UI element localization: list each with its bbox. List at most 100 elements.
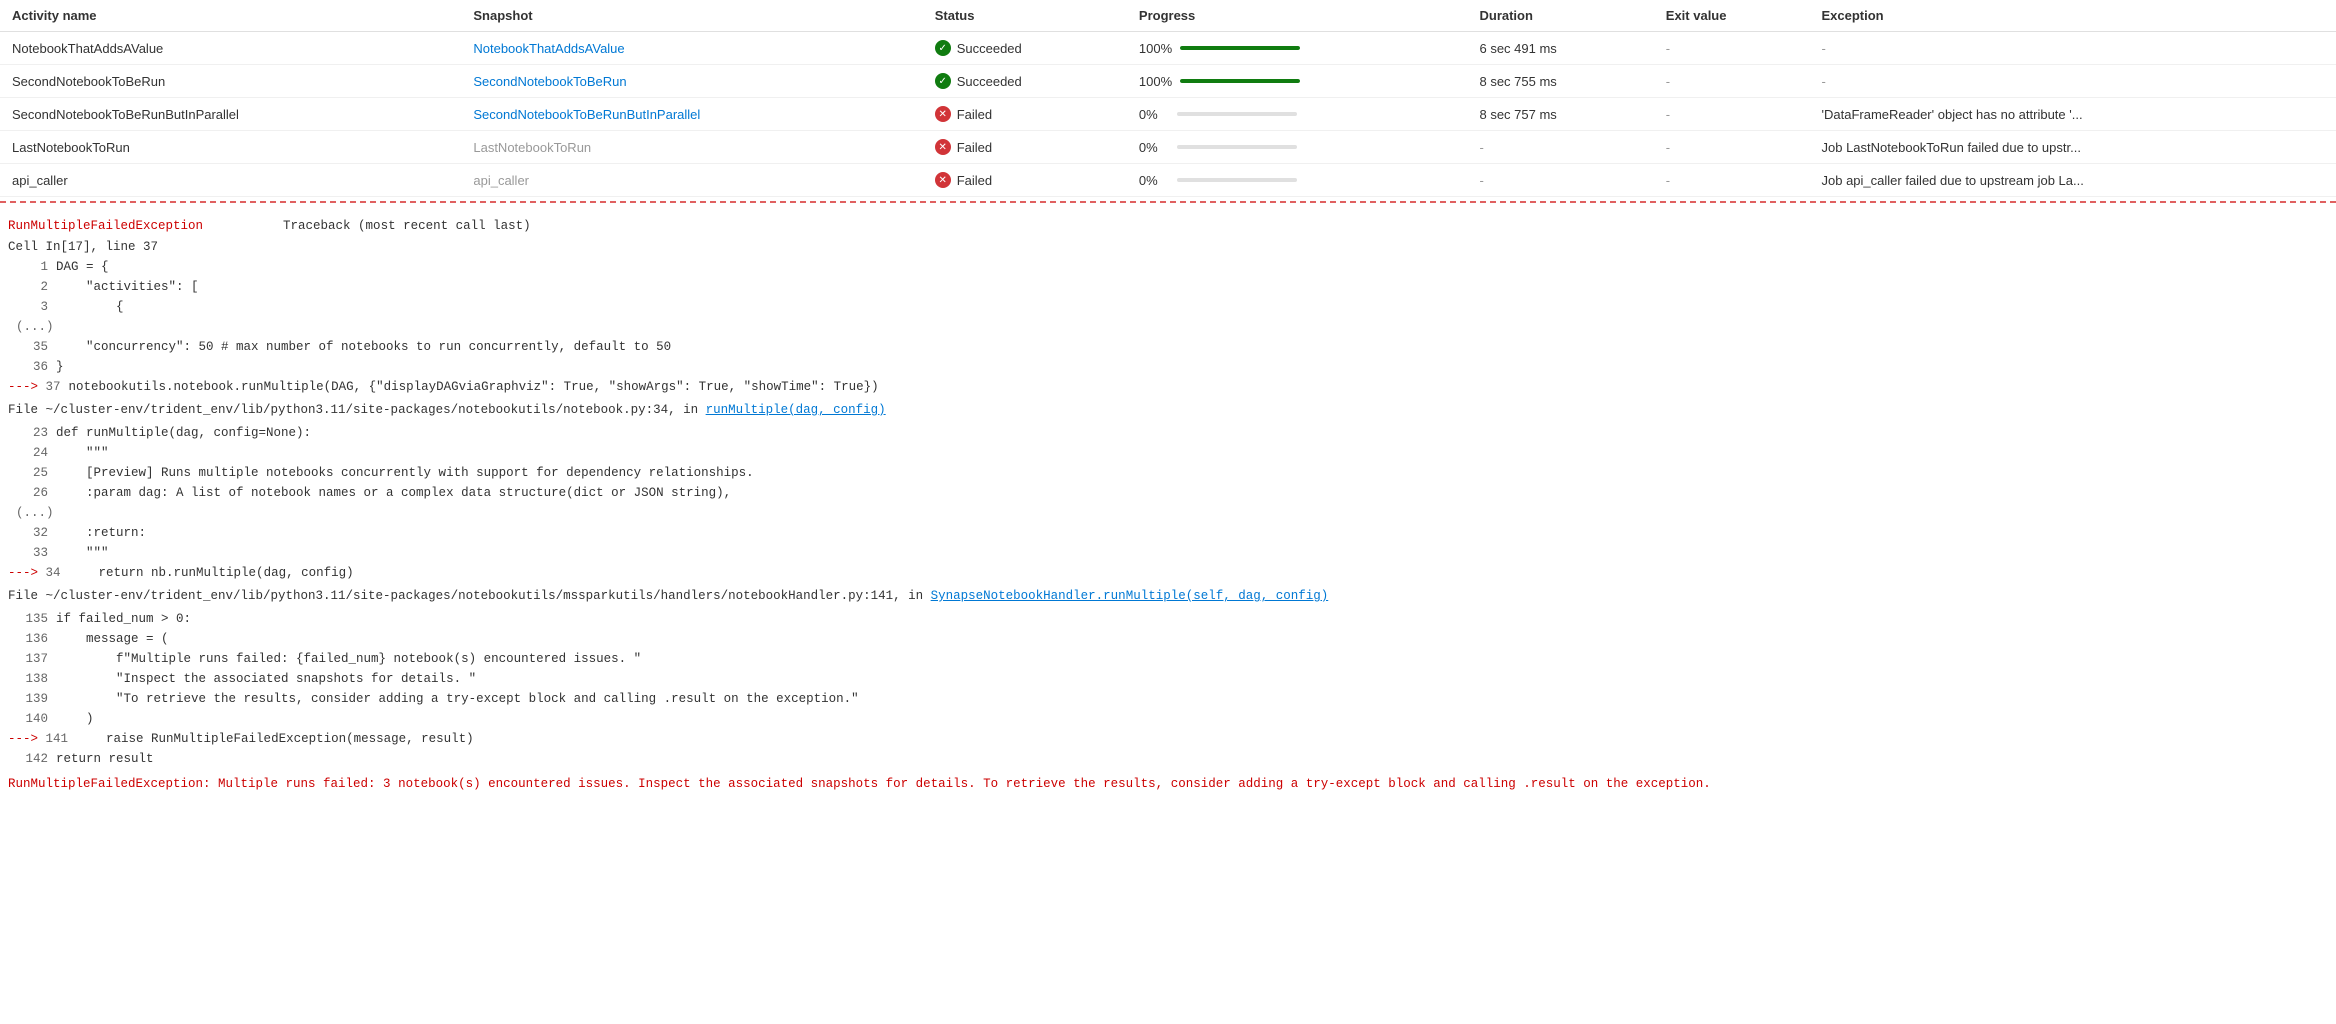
file2-path: File ~/cluster-env/trident_env/lib/pytho… bbox=[0, 583, 2336, 609]
arrow-indicator: ---> bbox=[8, 566, 46, 580]
table-row: SecondNotebookToBeRunSecondNotebookToBeR… bbox=[0, 65, 2336, 98]
snapshot-link[interactable]: SecondNotebookToBeRunButInParallel bbox=[473, 107, 700, 122]
line-number: 32 bbox=[8, 523, 48, 543]
code-content: """ bbox=[56, 443, 109, 463]
col-progress: Progress bbox=[1127, 0, 1468, 32]
code-line: 26 :param dag: A list of notebook names … bbox=[8, 483, 2328, 503]
code-content: DAG = { bbox=[56, 257, 109, 277]
code-content: notebookutils.notebook.runMultiple(DAG, … bbox=[69, 377, 879, 397]
snapshot-cell[interactable]: SecondNotebookToBeRun bbox=[461, 65, 922, 98]
code-line: ---> 37 notebookutils.notebook.runMultipl… bbox=[8, 377, 2328, 397]
table-row: NotebookThatAddsAValueNotebookThatAddsAV… bbox=[0, 32, 2336, 65]
code-line: 25 [Preview] Runs multiple notebooks con… bbox=[8, 463, 2328, 483]
traceback-title: Traceback (most recent call last) bbox=[283, 219, 531, 233]
code-line: 135if failed_num > 0: bbox=[8, 609, 2328, 629]
line-number: 36 bbox=[8, 357, 48, 377]
line-number: ---> 37 bbox=[8, 377, 61, 397]
code-line: 23def runMultiple(dag, config=None): bbox=[8, 423, 2328, 443]
exception-cell: Job api_caller failed due to upstream jo… bbox=[1810, 164, 2336, 197]
code-line: 32 :return: bbox=[8, 523, 2328, 543]
activity-name-cell: api_caller bbox=[0, 164, 461, 197]
table-row: SecondNotebookToBeRunButInParallel Second… bbox=[0, 98, 2336, 131]
success-icon: ✓ bbox=[935, 40, 951, 56]
code-line: 136 message = ( bbox=[8, 629, 2328, 649]
cell-info-line: Cell In[17], line 37 bbox=[8, 237, 2328, 257]
status-cell: ✕Failed bbox=[923, 98, 1127, 131]
line-number: 25 bbox=[8, 463, 48, 483]
code-line: 142 return result bbox=[8, 749, 2328, 769]
cell-info-text: Cell In[17], line 37 bbox=[8, 237, 158, 257]
success-icon: ✓ bbox=[935, 73, 951, 89]
file1-code: 23def runMultiple(dag, config=None):24 "… bbox=[0, 423, 2336, 583]
progress-cell: 0% bbox=[1127, 98, 1468, 131]
code-content: { bbox=[56, 297, 124, 317]
code-content: :return: bbox=[56, 523, 146, 543]
exception-cell: - bbox=[1810, 32, 2336, 65]
code-content: raise RunMultipleFailedException(message… bbox=[76, 729, 474, 749]
progress-bar-fill bbox=[1180, 79, 1300, 83]
status-label: Failed bbox=[957, 107, 992, 122]
progress-bar-container bbox=[1177, 145, 1297, 149]
code-content: """ bbox=[56, 543, 109, 563]
file1-path: File ~/cluster-env/trident_env/lib/pytho… bbox=[0, 397, 2336, 423]
progress-label: 100% bbox=[1139, 74, 1172, 89]
code-line: 139 "To retrieve the results, consider a… bbox=[8, 689, 2328, 709]
code-content: return nb.runMultiple(dag, config) bbox=[69, 563, 354, 583]
progress-label: 100% bbox=[1139, 41, 1172, 56]
activity-table: Activity name Snapshot Status Progress D… bbox=[0, 0, 2336, 197]
table-row: api_callerapi_caller✕Failed0%--Job api_c… bbox=[0, 164, 2336, 197]
col-activity-name: Activity name bbox=[0, 0, 461, 32]
file2-link[interactable]: SynapseNotebookHandler.runMultiple(self,… bbox=[931, 589, 1329, 603]
code-content: ) bbox=[56, 709, 94, 729]
progress-label: 0% bbox=[1139, 140, 1169, 155]
progress-bar-container bbox=[1177, 112, 1297, 116]
code-line: 2 "activities": [ bbox=[8, 277, 2328, 297]
line-number: 2 bbox=[8, 277, 48, 297]
progress-bar-container bbox=[1180, 46, 1300, 50]
line-number: 135 bbox=[8, 609, 48, 629]
snapshot-link[interactable]: SecondNotebookToBeRun bbox=[473, 74, 626, 89]
code-line: ---> 141 raise RunMultipleFailedExceptio… bbox=[8, 729, 2328, 749]
code-content: "activities": [ bbox=[56, 277, 199, 297]
line-number: 24 bbox=[8, 443, 48, 463]
snapshot-link: LastNotebookToRun bbox=[473, 140, 591, 155]
duration-cell: 6 sec 491 ms bbox=[1467, 32, 1653, 65]
line-number: 35 bbox=[8, 337, 48, 357]
exception-cell: 'DataFrameReader' object has no attribut… bbox=[1810, 98, 2336, 131]
progress-bar-fill bbox=[1180, 46, 1300, 50]
duration-cell: 8 sec 755 ms bbox=[1467, 65, 1653, 98]
failed-icon: ✕ bbox=[935, 172, 951, 188]
ellipsis-line: (...) bbox=[8, 317, 2328, 337]
col-exception: Exception bbox=[1810, 0, 2336, 32]
final-exception-text: RunMultipleFailedException: Multiple run… bbox=[0, 769, 2336, 800]
traceback-header: RunMultipleFailedException Traceback (mo… bbox=[0, 215, 2336, 237]
code-line: 35 "concurrency": 50 # max number of not… bbox=[8, 337, 2328, 357]
exit-value-cell: - bbox=[1654, 164, 1810, 197]
code-content: :param dag: A list of notebook names or … bbox=[56, 483, 731, 503]
code-content: f"Multiple runs failed: {failed_num} not… bbox=[56, 649, 641, 669]
line-number: 142 bbox=[8, 749, 48, 769]
traceback-section: RunMultipleFailedException Traceback (mo… bbox=[0, 207, 2336, 808]
line-number: ---> 141 bbox=[8, 729, 68, 749]
activity-name-cell: SecondNotebookToBeRunButInParallel bbox=[0, 98, 461, 131]
code-line: 36} bbox=[8, 357, 2328, 377]
progress-cell: 100% bbox=[1127, 65, 1468, 98]
snapshot-cell[interactable]: SecondNotebookToBeRunButInParallel bbox=[461, 98, 922, 131]
code-line: 3 { bbox=[8, 297, 2328, 317]
code-line: 1DAG = { bbox=[8, 257, 2328, 277]
progress-label: 0% bbox=[1139, 107, 1169, 122]
exit-value-cell: - bbox=[1654, 65, 1810, 98]
exception-cell: - bbox=[1810, 65, 2336, 98]
snapshot-cell: api_caller bbox=[461, 164, 922, 197]
code-line: 137 f"Multiple runs failed: {failed_num}… bbox=[8, 649, 2328, 669]
file1-link[interactable]: runMultiple(dag, config) bbox=[706, 403, 886, 417]
exit-value-cell: - bbox=[1654, 32, 1810, 65]
line-number: 3 bbox=[8, 297, 48, 317]
code-content: message = ( bbox=[56, 629, 169, 649]
code-content: return result bbox=[56, 749, 154, 769]
code-line: 138 "Inspect the associated snapshots fo… bbox=[8, 669, 2328, 689]
file2-code: 135if failed_num > 0:136 message = (137 … bbox=[0, 609, 2336, 769]
snapshot-cell[interactable]: NotebookThatAddsAValue bbox=[461, 32, 922, 65]
snapshot-link[interactable]: NotebookThatAddsAValue bbox=[473, 41, 624, 56]
arrow-indicator: ---> bbox=[8, 732, 46, 746]
